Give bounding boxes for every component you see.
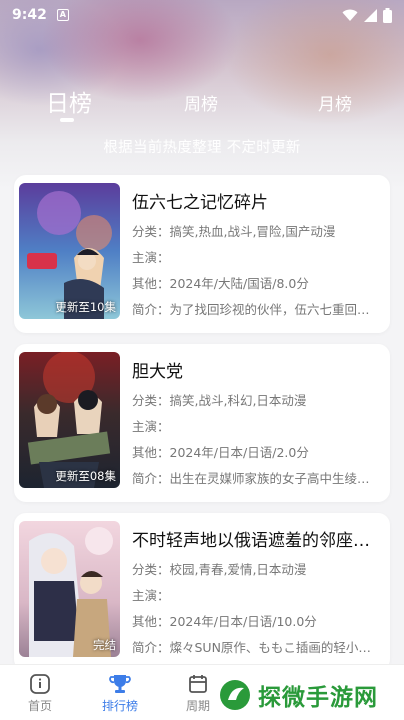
- cover-image: 完结: [19, 521, 120, 657]
- home-icon: [30, 674, 50, 694]
- anime-cast: 主演：: [132, 588, 170, 603]
- watermark-text: 探微手游网: [258, 685, 378, 711]
- anime-cast: 主演：: [132, 419, 170, 434]
- anime-title: 伍六七之记忆碎片: [132, 193, 268, 213]
- anime-intro: 简介：为了找回珍视的伙伴，伍六七重回…: [132, 302, 370, 317]
- watermark-logo: [220, 680, 250, 710]
- wifi-icon: [342, 9, 358, 21]
- anime-other-info: 其他：2024年/日本/日语/10.0分: [132, 614, 317, 629]
- cover-image: 更新至10集: [19, 183, 120, 319]
- battery-icon: [383, 7, 392, 23]
- calendar-icon: [189, 675, 207, 693]
- tab-weekly[interactable]: 周榜: [184, 90, 218, 115]
- anime-other-info: 其他：2024年/大陆/国语/8.0分: [132, 276, 309, 291]
- cover-image: 更新至08集: [19, 352, 120, 488]
- watermark: 探微手游网: [212, 672, 404, 718]
- nav-ranking[interactable]: 排行榜: [90, 671, 150, 714]
- status-bar: 9:42 A: [0, 0, 404, 30]
- status-time: 9:42: [12, 7, 47, 23]
- notification-a-icon: A: [56, 9, 69, 21]
- anime-card[interactable]: 更新至08集 胆大党 分类：搞笑,战斗,科幻,日本动漫 主演： 其他：2024年…: [14, 344, 390, 502]
- anime-intro: 简介：出生在灵媒师家族的女子高中生绫…: [132, 471, 370, 486]
- nav-home-label: 首页: [27, 699, 52, 713]
- signal-icon: [364, 8, 377, 22]
- nav-home[interactable]: 首页: [10, 671, 70, 714]
- tab-indicator: [60, 118, 74, 122]
- episode-badge: 完结: [93, 638, 116, 652]
- anime-intro: 简介：燦々SUN原作、ももこ插画的轻小…: [132, 640, 371, 655]
- anime-title: 胆大党: [132, 362, 183, 382]
- anime-card[interactable]: 更新至10集 伍六七之记忆碎片 分类：搞笑,热血,战斗,冒险,国产动漫 主演： …: [14, 175, 390, 333]
- anime-genre: 分类：校园,青春,爱情,日本动漫: [132, 562, 307, 577]
- anime-genre: 分类：搞笑,战斗,科幻,日本动漫: [132, 393, 307, 408]
- ranking-subtitle: 根据当前热度整理 不定时更新: [103, 140, 301, 156]
- anime-other-info: 其他：2024年/日本/日语/2.0分: [132, 445, 309, 460]
- episode-badge: 更新至10集: [55, 300, 116, 314]
- anime-cast: 主演：: [132, 250, 170, 265]
- nav-ranking-label: 排行榜: [101, 699, 138, 713]
- tab-monthly[interactable]: 月榜: [318, 90, 352, 115]
- anime-title: 不时轻声地以俄语遮羞的邻座…: [132, 531, 370, 551]
- tab-daily[interactable]: 日榜: [46, 84, 92, 118]
- anime-card[interactable]: 完结 不时轻声地以俄语遮羞的邻座… 分类：校园,青春,爱情,日本动漫 主演： 其…: [14, 513, 390, 671]
- trophy-icon: [109, 675, 131, 693]
- anime-genre: 分类：搞笑,热血,战斗,冒险,国产动漫: [132, 224, 336, 239]
- episode-badge: 更新至08集: [55, 469, 116, 483]
